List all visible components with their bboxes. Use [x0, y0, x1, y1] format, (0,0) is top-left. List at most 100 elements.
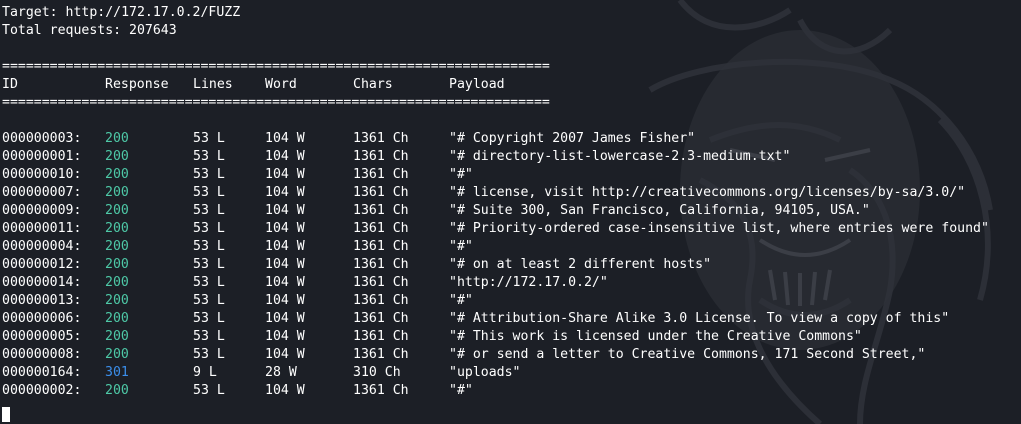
result-id: 000000009:	[2, 203, 82, 218]
result-response: 200	[105, 131, 129, 146]
result-word: 104 W	[265, 293, 305, 308]
result-lines: 53 L	[193, 185, 225, 200]
result-lines: 53 L	[193, 167, 225, 182]
result-chars: 1361 Ch	[353, 185, 409, 200]
result-payload: "# license, visit http://creativecommons…	[449, 185, 966, 200]
result-lines: 53 L	[193, 239, 225, 254]
header-row: ID Response Lines Word Chars Payload	[2, 76, 1021, 94]
result-word: 104 W	[265, 131, 305, 146]
result-row: 000000002: 200 53 L 104 W 1361 Ch "#"	[2, 382, 1021, 400]
result-id: 000000006:	[2, 311, 82, 326]
result-word: 104 W	[265, 203, 305, 218]
terminal-cursor	[2, 407, 10, 422]
result-row: 000000012: 200 53 L 104 W 1361 Ch "# on at le…	[2, 256, 1021, 274]
result-response: 200	[105, 275, 129, 290]
result-word: 104 W	[265, 329, 305, 344]
result-word: 104 W	[265, 275, 305, 290]
result-word: 104 W	[265, 257, 305, 272]
result-chars: 1361 Ch	[353, 275, 409, 290]
result-row: 000000013: 200 53 L 104 W 1361 Ch "#"	[2, 292, 1021, 310]
result-payload: "# or send a letter to Creative Commons,…	[449, 347, 926, 362]
result-row: 000000014: 200 53 L 104 W 1361 Ch "http://172…	[2, 274, 1021, 292]
result-chars: 1361 Ch	[353, 293, 409, 308]
result-id: 000000011:	[2, 221, 82, 236]
result-row: 000000003: 200 53 L 104 W 1361 Ch "# Copyrigh…	[2, 130, 1021, 148]
result-lines: 53 L	[193, 293, 225, 308]
result-chars: 1361 Ch	[353, 257, 409, 272]
result-id: 000000014:	[2, 275, 82, 290]
result-word: 104 W	[265, 221, 305, 236]
header-word: Word	[265, 77, 297, 92]
result-id: 000000008:	[2, 347, 82, 362]
header-payload: Payload	[449, 77, 505, 92]
result-payload: "# Copyright 2007 James Fisher"	[449, 131, 696, 146]
result-chars: 1361 Ch	[353, 347, 409, 362]
results-list: 000000003: 200 53 L 104 W 1361 Ch "# Copyrigh…	[2, 130, 1021, 400]
result-id: 000000001:	[2, 149, 82, 164]
result-word: 28 W	[265, 365, 297, 380]
result-row: 000000011: 200 53 L 104 W 1361 Ch "# Priority…	[2, 220, 1021, 238]
result-lines: 53 L	[193, 311, 225, 326]
result-response: 200	[105, 221, 129, 236]
result-payload: "http://172.17.0.2/"	[449, 275, 608, 290]
result-id: 000000164:	[2, 365, 82, 380]
result-payload: "# on at least 2 different hosts"	[449, 257, 712, 272]
result-lines: 53 L	[193, 257, 225, 272]
result-payload: "#"	[449, 167, 473, 182]
header-chars: Chars	[353, 77, 393, 92]
result-chars: 1361 Ch	[353, 131, 409, 146]
total-requests-line: Total requests: 207643	[2, 23, 177, 38]
result-response: 200	[105, 167, 129, 182]
result-response: 200	[105, 347, 129, 362]
result-lines: 9 L	[193, 365, 217, 380]
result-payload: "#"	[449, 293, 473, 308]
result-id: 000000010:	[2, 167, 82, 182]
result-id: 000000003:	[2, 131, 82, 146]
result-chars: 1361 Ch	[353, 221, 409, 236]
result-id: 000000013:	[2, 293, 82, 308]
result-chars: 1361 Ch	[353, 203, 409, 218]
result-response: 200	[105, 185, 129, 200]
header-id: ID	[2, 77, 18, 92]
result-row: 000000007: 200 53 L 104 W 1361 Ch "# license,…	[2, 184, 1021, 202]
result-lines: 53 L	[193, 383, 225, 398]
result-id: 000000012:	[2, 257, 82, 272]
result-response: 200	[105, 311, 129, 326]
result-response: 301	[105, 365, 129, 380]
result-word: 104 W	[265, 383, 305, 398]
result-id: 000000005:	[2, 329, 82, 344]
result-response: 200	[105, 257, 129, 272]
result-payload: "uploads"	[449, 365, 521, 380]
terminal-window[interactable]: Target: http://172.17.0.2/FUZZ Total req…	[0, 0, 1021, 424]
result-row: 000000006: 200 53 L 104 W 1361 Ch "# Attribut…	[2, 310, 1021, 328]
result-lines: 53 L	[193, 203, 225, 218]
result-chars: 1361 Ch	[353, 149, 409, 164]
result-chars: 1361 Ch	[353, 329, 409, 344]
header-lines: Lines	[193, 77, 233, 92]
result-row: 000000010: 200 53 L 104 W 1361 Ch "#"	[2, 166, 1021, 184]
result-response: 200	[105, 293, 129, 308]
result-response: 200	[105, 203, 129, 218]
result-response: 200	[105, 329, 129, 344]
result-word: 104 W	[265, 149, 305, 164]
result-payload: "# Attribution-Share Alike 3.0 License. …	[449, 311, 950, 326]
result-chars: 1361 Ch	[353, 383, 409, 398]
result-lines: 53 L	[193, 221, 225, 236]
separator-top: ========================================…	[2, 59, 550, 74]
result-word: 104 W	[265, 167, 305, 182]
terminal-output: Target: http://172.17.0.2/FUZZ Total req…	[2, 0, 1021, 424]
result-chars: 1361 Ch	[353, 239, 409, 254]
result-word: 104 W	[265, 311, 305, 326]
result-id: 000000004:	[2, 239, 82, 254]
result-lines: 53 L	[193, 149, 225, 164]
result-word: 104 W	[265, 239, 305, 254]
result-chars: 310 Ch	[353, 365, 401, 380]
header-response: Response	[105, 77, 169, 92]
result-chars: 1361 Ch	[353, 167, 409, 182]
result-row: 000000164: 301 9 L 28 W 310 Ch "uploads"	[2, 364, 1021, 382]
result-lines: 53 L	[193, 275, 225, 290]
target-line: Target: http://172.17.0.2/FUZZ	[2, 5, 241, 20]
result-response: 200	[105, 383, 129, 398]
result-chars: 1361 Ch	[353, 311, 409, 326]
result-row: 000000005: 200 53 L 104 W 1361 Ch "# This wor…	[2, 328, 1021, 346]
